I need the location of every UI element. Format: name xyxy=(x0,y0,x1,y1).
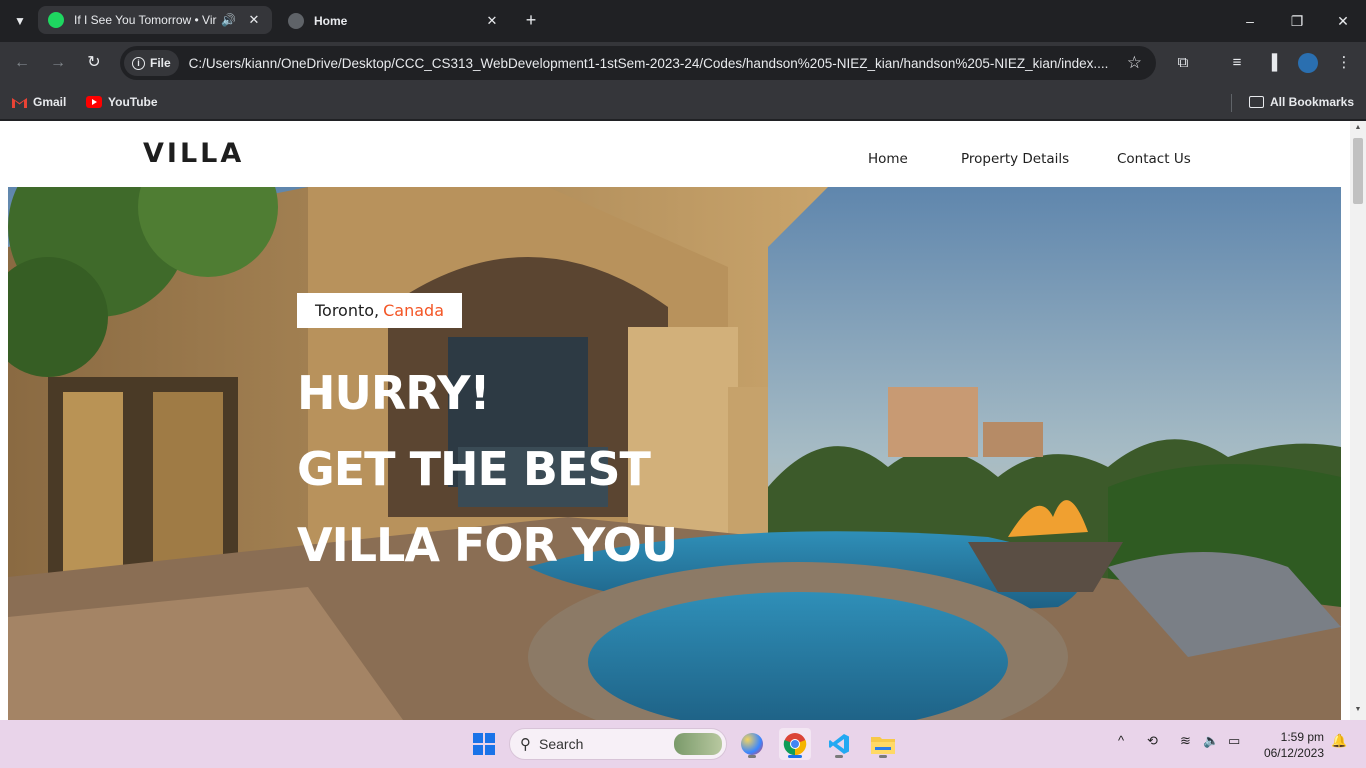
nav-home-link[interactable]: Home xyxy=(868,151,908,167)
profile-avatar[interactable] xyxy=(1296,51,1320,75)
browser-toolbar: ← → ↻ i File C:/Users/kiann/OneDrive/Des… xyxy=(0,42,1366,84)
bookmarks-divider xyxy=(1231,94,1232,112)
all-bookmarks-button[interactable]: All Bookmarks xyxy=(1249,92,1354,112)
minimize-button[interactable]: – xyxy=(1238,9,1262,33)
windows-taskbar: ⚲ Search ^ ⟲ ≋ 🔈 ▭ 1:59 pm 06/12/2023 🔔 xyxy=(0,720,1366,768)
side-panel-icon[interactable]: ▐ xyxy=(1260,51,1284,75)
hero-banner: Toronto, Canada HURRY! GET THE BEST VILL… xyxy=(8,187,1341,720)
scroll-thumb[interactable] xyxy=(1353,138,1363,204)
hero-line: HURRY! xyxy=(297,366,490,420)
browser-tab-bar: ▼ If I See You Tomorrow • Vir 🔊 ✕ Home ✕… xyxy=(0,0,1366,42)
bookmark-gmail[interactable]: Gmail xyxy=(12,92,66,112)
site-logo[interactable]: VILLA xyxy=(143,138,244,169)
scroll-down-arrow-icon[interactable]: ▼ xyxy=(1353,706,1363,713)
windows-logo-icon xyxy=(473,733,495,755)
back-button[interactable]: ← xyxy=(10,51,34,75)
onedrive-sync-icon[interactable]: ⟲ xyxy=(1147,733,1158,749)
file-label: File xyxy=(150,56,171,70)
folder-icon xyxy=(871,737,895,754)
country-label: Canada xyxy=(383,301,445,320)
search-highlight-icon xyxy=(674,733,722,755)
globe-icon xyxy=(288,13,304,29)
speaker-icon[interactable]: 🔊 xyxy=(221,13,236,27)
info-icon: i xyxy=(132,56,145,70)
city-label: Toronto, xyxy=(314,301,380,320)
menu-kebab-icon[interactable]: ⋮ xyxy=(1332,51,1356,75)
volume-icon[interactable]: 🔈 xyxy=(1203,733,1219,749)
forward-button[interactable]: → xyxy=(46,51,70,75)
search-placeholder: Search xyxy=(539,736,584,752)
bookmark-youtube[interactable]: YouTube xyxy=(86,92,158,112)
close-tab-icon[interactable]: ✕ xyxy=(246,12,262,28)
tab-spotify[interactable]: If I See You Tomorrow • Vir 🔊 ✕ xyxy=(38,6,272,34)
youtube-icon xyxy=(86,96,102,108)
media-control-icon[interactable]: ≡ xyxy=(1225,51,1249,75)
address-bar[interactable]: i File C:/Users/kiann/OneDrive/Desktop/C… xyxy=(120,46,1156,80)
close-tab-icon[interactable]: ✕ xyxy=(484,13,500,29)
page-viewport: VILLA Home Property Details Contact Us T… xyxy=(0,121,1350,720)
bookmark-star-icon[interactable]: ☆ xyxy=(1127,53,1142,73)
search-icon: ⚲ xyxy=(520,736,531,753)
bookmark-label: Gmail xyxy=(33,95,67,109)
site-info-chip[interactable]: i File xyxy=(124,50,179,76)
chrome-app-icon[interactable] xyxy=(779,728,811,760)
bookmarks-bar: Gmail YouTube All Bookmarks xyxy=(0,84,1366,120)
battery-icon[interactable]: ▭ xyxy=(1228,733,1240,749)
tab-title: If I See You Tomorrow • Vir xyxy=(74,13,217,27)
paint-app-icon[interactable] xyxy=(736,728,768,760)
tab-home[interactable]: Home ✕ xyxy=(278,6,510,36)
chrome-icon xyxy=(783,733,807,756)
page-scrollbar[interactable]: ▲ ▼ xyxy=(1350,121,1366,720)
restore-button[interactable]: ❐ xyxy=(1285,9,1309,33)
bookmark-label: YouTube xyxy=(108,95,158,109)
site-header: VILLA Home Property Details Contact Us xyxy=(0,121,1350,187)
hero-heading: HURRY! GET THE BEST VILLA FOR YOU xyxy=(297,355,678,583)
start-button[interactable] xyxy=(468,728,500,760)
taskbar-clock[interactable]: 1:59 pm 06/12/2023 xyxy=(1258,729,1324,761)
taskbar-search[interactable]: ⚲ Search xyxy=(509,728,727,760)
file-explorer-app-icon[interactable] xyxy=(867,728,899,760)
scroll-up-arrow-icon[interactable]: ▲ xyxy=(1353,124,1363,131)
hero-line: VILLA FOR YOU xyxy=(297,518,678,572)
reload-button[interactable]: ↻ xyxy=(82,51,106,75)
notification-bell-icon[interactable]: 🔔 xyxy=(1331,733,1347,749)
tab-search-button[interactable]: ▼ xyxy=(8,9,32,33)
wifi-icon[interactable]: ≋ xyxy=(1180,733,1191,749)
vscode-icon xyxy=(829,734,849,754)
tab-title: Home xyxy=(314,14,348,28)
gmail-icon xyxy=(12,97,27,108)
all-bookmarks-label: All Bookmarks xyxy=(1270,95,1355,109)
close-window-button[interactable]: ✕ xyxy=(1331,9,1355,33)
location-badge: Toronto, Canada xyxy=(297,293,462,328)
extensions-icon[interactable]: ⧉ xyxy=(1171,51,1195,75)
clock-time: 1:59 pm xyxy=(1280,730,1324,744)
hero-line: GET THE BEST xyxy=(297,442,651,496)
vscode-app-icon[interactable] xyxy=(823,728,855,760)
nav-property-details-link[interactable]: Property Details xyxy=(961,151,1069,167)
url-text[interactable]: C:/Users/kiann/OneDrive/Desktop/CCC_CS31… xyxy=(189,56,1119,71)
folder-icon xyxy=(1249,96,1264,108)
new-tab-button[interactable]: + xyxy=(520,9,542,31)
nav-contact-us-link[interactable]: Contact Us xyxy=(1117,151,1191,167)
spotify-icon xyxy=(48,12,64,28)
clock-date: 06/12/2023 xyxy=(1263,746,1324,760)
show-hidden-icons-chevron-icon[interactable]: ^ xyxy=(1118,733,1124,748)
